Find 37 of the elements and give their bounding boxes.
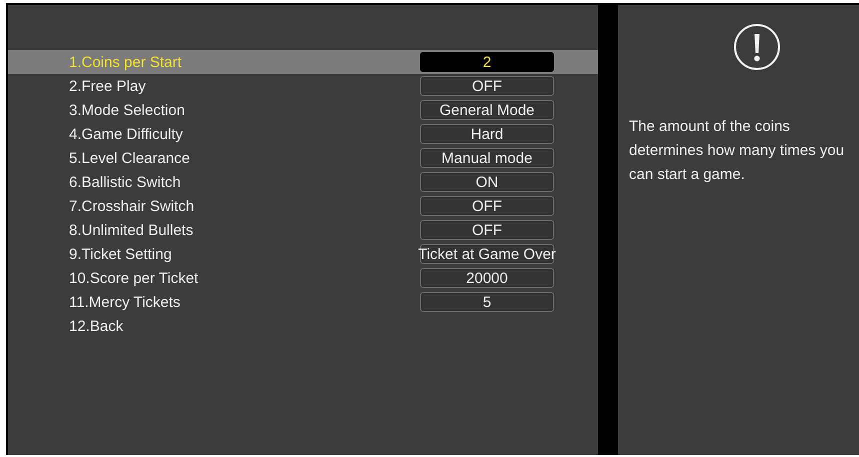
setting-value[interactable]: ON bbox=[420, 172, 554, 192]
setting-value[interactable]: OFF bbox=[420, 196, 554, 216]
help-text: The amount of the coins determines how many times you can start a game. bbox=[629, 117, 846, 185]
setting-label: 7.Crosshair Switch bbox=[69, 198, 196, 214]
setting-row[interactable]: 11.Mercy Tickets 5 bbox=[8, 290, 598, 314]
setting-row[interactable]: 2.Free Play OFF bbox=[8, 74, 598, 98]
setting-row[interactable]: 8.Unlimited Bullets OFF bbox=[8, 218, 598, 242]
setting-label: 4.Game Difficulty bbox=[69, 126, 184, 142]
setting-label: 5.Level Clearance bbox=[69, 150, 191, 166]
setting-row[interactable]: 12.Back bbox=[8, 314, 598, 338]
setting-value[interactable]: OFF bbox=[420, 220, 554, 240]
setting-value[interactable]: OFF bbox=[420, 76, 554, 96]
setting-row[interactable]: 3.Mode Selection General Mode bbox=[8, 98, 598, 122]
setting-row[interactable]: 5.Level Clearance Manual mode bbox=[8, 146, 598, 170]
setting-value[interactable]: Manual mode bbox=[420, 148, 554, 168]
warning-icon bbox=[733, 23, 781, 71]
setting-label: 1.Coins per Start bbox=[69, 54, 183, 70]
setting-row[interactable]: 1.Coins per Start 2 bbox=[8, 50, 598, 74]
setting-row[interactable]: 4.Game Difficulty Hard bbox=[8, 122, 598, 146]
setting-value[interactable]: General Mode bbox=[420, 100, 554, 120]
setting-label: 11.Mercy Tickets bbox=[69, 294, 182, 310]
setting-row[interactable]: 7.Crosshair Switch OFF bbox=[8, 194, 598, 218]
setting-value[interactable]: 2 bbox=[420, 52, 554, 72]
setting-value[interactable]: 5 bbox=[420, 292, 554, 312]
setting-label: 2.Free Play bbox=[69, 78, 147, 94]
setting-label: 3.Mode Selection bbox=[69, 102, 186, 118]
setting-label: 10.Score per Ticket bbox=[69, 270, 200, 286]
setting-row[interactable]: 6.Ballistic Switch ON bbox=[8, 170, 598, 194]
setting-row[interactable]: 9.Ticket Setting Ticket at Game Over bbox=[8, 242, 598, 266]
setting-label: 12.Back bbox=[69, 318, 124, 334]
setting-value[interactable]: Hard bbox=[420, 124, 554, 144]
setting-row[interactable]: 10.Score per Ticket 20000 bbox=[8, 266, 598, 290]
setting-label: 6.Ballistic Switch bbox=[69, 174, 182, 190]
setting-value[interactable]: Ticket at Game Over bbox=[420, 244, 554, 264]
setting-label: 9.Ticket Setting bbox=[69, 246, 173, 262]
setting-value[interactable]: 20000 bbox=[420, 268, 554, 288]
setting-label: 8.Unlimited Bullets bbox=[69, 222, 194, 238]
